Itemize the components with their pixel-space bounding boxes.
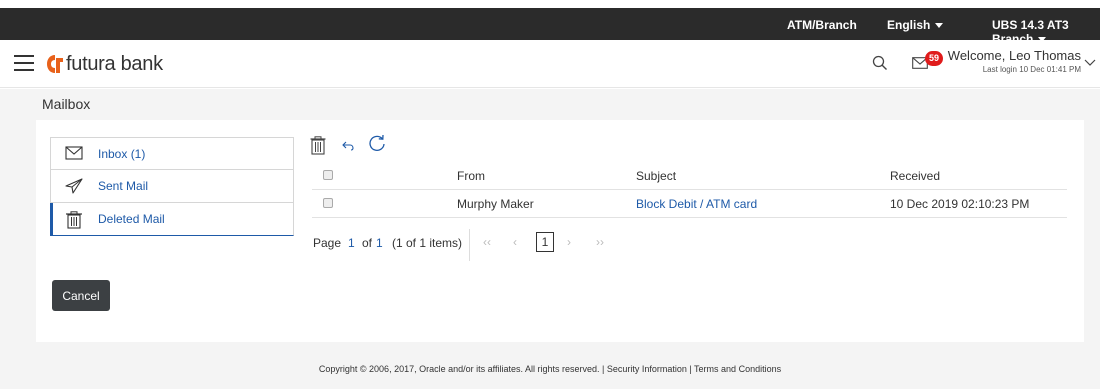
- cell-from: Murphy Maker: [457, 197, 534, 211]
- atm-branch-link[interactable]: ATM/Branch: [787, 18, 857, 32]
- column-header-subject[interactable]: Subject: [636, 169, 676, 183]
- column-header-from[interactable]: From: [457, 169, 485, 183]
- sidebar-item-inbox[interactable]: Inbox (1): [50, 137, 294, 170]
- mail-table: From Subject Received Murphy Maker Block…: [312, 162, 1067, 218]
- menu-icon[interactable]: [14, 55, 34, 71]
- previous-page-icon[interactable]: ‹: [513, 235, 517, 249]
- table-row[interactable]: Murphy Maker Block Debit / ATM card 10 D…: [312, 190, 1067, 218]
- sidebar-item-sent-mail[interactable]: Sent Mail: [50, 170, 294, 203]
- welcome-text[interactable]: Welcome, Leo Thomas: [946, 48, 1081, 63]
- pager-divider: [469, 229, 470, 261]
- delete-icon[interactable]: [310, 136, 326, 155]
- chevron-down-icon: [935, 23, 944, 29]
- brand-name[interactable]: futura bank: [66, 53, 163, 76]
- of-label: of: [362, 236, 373, 250]
- last-page-icon[interactable]: ››: [596, 235, 604, 249]
- table-header: From Subject Received: [312, 162, 1067, 190]
- column-header-received[interactable]: Received: [890, 169, 940, 183]
- current-page-button[interactable]: 1: [536, 232, 554, 252]
- items-count: (1 of 1 items): [392, 236, 463, 250]
- cell-received: 10 Dec 2019 02:10:23 PM: [890, 197, 1030, 211]
- refresh-icon[interactable]: [368, 134, 386, 152]
- envelope-icon: [65, 146, 83, 160]
- mailbox-sidebar: Inbox (1) Sent Mail Deleted Mail: [50, 137, 294, 236]
- select-all-checkbox[interactable]: [323, 170, 333, 180]
- trash-icon: [66, 211, 82, 229]
- cell-subject-link[interactable]: Block Debit / ATM card: [636, 197, 757, 211]
- sidebar-item-label: Inbox (1): [98, 147, 146, 161]
- last-login-text: Last login 10 Dec 01:41 PM: [982, 65, 1081, 74]
- search-icon[interactable]: [872, 55, 888, 71]
- page-label: Page: [313, 236, 342, 250]
- top-bar: ATM/Branch English UBS 14.3 AT3 Branch: [0, 8, 1100, 46]
- sidebar-item-deleted-mail[interactable]: Deleted Mail: [50, 203, 294, 236]
- header: futura bank 59 Welcome, Leo Thomas Last …: [0, 40, 1100, 88]
- first-page-icon[interactable]: ‹‹: [483, 235, 491, 249]
- bank-logo-icon: [47, 55, 63, 73]
- language-dropdown[interactable]: English: [887, 18, 944, 32]
- sidebar-item-label: Deleted Mail: [98, 212, 165, 226]
- sidebar-item-label: Sent Mail: [98, 179, 149, 193]
- row-checkbox[interactable]: [323, 198, 333, 208]
- page-title: Mailbox: [42, 96, 91, 112]
- paper-plane-icon: [65, 178, 83, 194]
- next-page-icon[interactable]: ›: [567, 235, 571, 249]
- total-pages: 1: [376, 236, 383, 250]
- language-label: English: [887, 18, 931, 32]
- mail-count-badge[interactable]: 59: [925, 51, 943, 66]
- footer: Copyright © 2006, 2017, Oracle and/or it…: [318, 364, 782, 374]
- chevron-down-icon[interactable]: [1084, 59, 1096, 67]
- restore-icon[interactable]: [342, 141, 354, 151]
- cancel-button[interactable]: Cancel: [52, 280, 110, 311]
- page-number-input[interactable]: 1: [348, 236, 355, 250]
